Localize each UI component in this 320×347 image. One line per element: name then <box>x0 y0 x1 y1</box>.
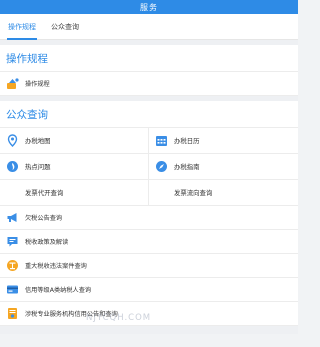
public-query-section: 公众查询 办税地图 办税日历 热点问题 办税指南 发票代开查询 发票流向查询 欠… <box>0 101 298 326</box>
tab-operation-rules[interactable]: 操作规程 <box>4 14 40 40</box>
grid-item-label: 办税指南 <box>174 163 200 171</box>
grid-item-invoice-flow-query[interactable]: 发票流向查询 <box>149 180 298 206</box>
grid-item-hot-issues[interactable]: 热点问题 <box>0 154 149 180</box>
title-bar: 服务 <box>0 0 298 14</box>
grid-item-label: 热点问题 <box>25 163 51 171</box>
list-item-label: 信用等级A类纳税人查询 <box>25 287 92 294</box>
megaphone-icon <box>6 211 19 224</box>
grid-item-invoice-issue-query[interactable]: 发票代开查询 <box>0 180 149 206</box>
operation-rules-item[interactable]: 操作规程 <box>0 72 298 96</box>
public-query-grid: 办税地图 办税日历 热点问题 办税指南 发票代开查询 发票流向查询 <box>0 128 298 206</box>
operation-rules-label: 操作规程 <box>25 81 50 88</box>
grid-item-tax-map[interactable]: 办税地图 <box>0 128 149 154</box>
list-item-label: 欠税公告查询 <box>25 215 63 222</box>
public-query-heading: 公众查询 <box>0 101 298 128</box>
tab-bar: 操作规程 公众查询 <box>0 14 298 40</box>
calendar-icon <box>155 134 168 147</box>
location-pin-icon <box>6 134 19 147</box>
list-item-tax-arrears[interactable]: 欠税公告查询 <box>0 206 298 230</box>
grid-item-label: 发票代开查询 <box>25 189 64 197</box>
operation-guide-icon <box>6 77 19 90</box>
grid-item-tax-calendar[interactable]: 办税日历 <box>149 128 298 154</box>
bottom-strip <box>0 326 298 334</box>
list-item-label: 税收政策及解读 <box>25 239 69 246</box>
credit-card-icon <box>6 283 19 296</box>
operation-rules-section: 操作规程 操作规程 <box>0 45 298 96</box>
list-item-label: 涉税专业服务机构信用公告和查询 <box>25 311 118 318</box>
tab-public-query[interactable]: 公众查询 <box>47 14 83 40</box>
operation-rules-heading: 操作规程 <box>0 45 298 72</box>
speech-bubble-icon <box>6 235 19 248</box>
grid-item-label: 发票流向查询 <box>174 189 213 197</box>
list-item-tax-policy[interactable]: 税收政策及解读 <box>0 230 298 254</box>
list-item-label: 重大税收违法案件查询 <box>25 263 87 270</box>
service-screen: 服务 操作规程 公众查询 操作规程 操作规程 公众查询 办税地图 办税日历 热点… <box>0 0 298 347</box>
grid-item-label: 办税日历 <box>174 137 200 145</box>
compass-icon <box>155 160 168 173</box>
grid-item-tax-guide[interactable]: 办税指南 <box>149 154 298 180</box>
list-item-credit-a[interactable]: 信用等级A类纳税人查询 <box>0 278 298 302</box>
law-icon <box>6 259 19 272</box>
hot-issue-icon <box>6 160 19 173</box>
page-title: 服务 <box>140 2 158 12</box>
grid-item-label: 办税地图 <box>25 137 51 145</box>
list-item-major-violation[interactable]: 重大税收违法案件查询 <box>0 254 298 278</box>
certificate-icon <box>6 307 19 320</box>
list-item-professional-service[interactable]: 涉税专业服务机构信用公告和查询 <box>0 302 298 326</box>
